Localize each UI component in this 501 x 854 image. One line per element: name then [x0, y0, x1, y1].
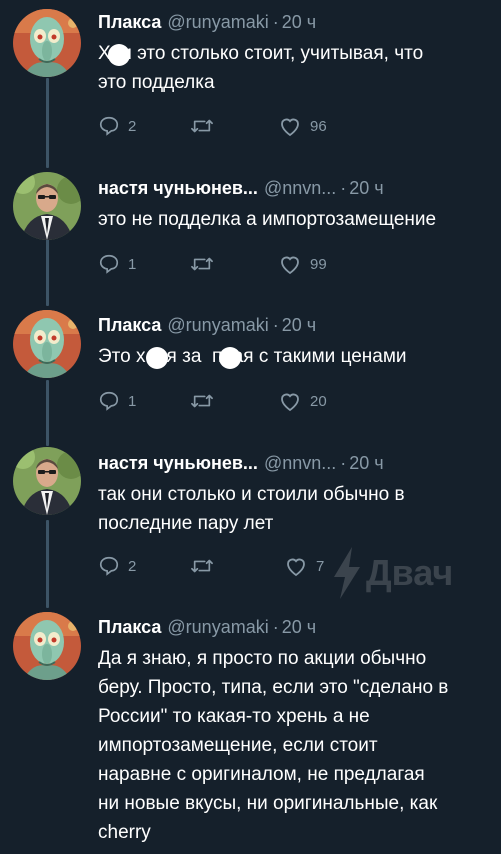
tweet[interactable]: Плакса @runyamaki · 20 ч Да я знаю, я прост… [0, 600, 501, 854]
display-name[interactable]: Плакса [98, 12, 161, 32]
tweet-actions: 2 7 [98, 555, 398, 581]
timestamp[interactable]: 20 ч [349, 453, 383, 473]
tweet-text: Х и это столько стоит, учитывая, что это… [98, 43, 424, 93]
tweet-content: настя чуньюнев... @nnvn... · 20 ч это не по… [98, 177, 493, 234]
reply-icon [99, 391, 119, 411]
reply-count: 2 [128, 117, 137, 135]
reply-icon [99, 116, 119, 136]
retweet-icon [191, 394, 213, 408]
tweet-header: настя чуньюнев... @nnvn... · 20 ч [98, 177, 493, 199]
retweet-button[interactable] [190, 390, 222, 412]
man-in-suit-avatar [13, 447, 81, 515]
tweet-actions: 2 96 [98, 115, 398, 141]
like-button[interactable]: 99 [278, 253, 327, 275]
reply-button[interactable]: 1 [98, 253, 136, 275]
tweet-header: Плакса @runyamaki · 20 ч [98, 11, 493, 33]
tweet-actions: 1 99 [98, 253, 398, 279]
squidward-avatar [13, 612, 81, 680]
tweet-content: Плакса @runyamaki·20 ч Х и это столько ст… [98, 11, 493, 97]
timestamp[interactable]: 20 ч [349, 178, 383, 198]
heart-icon [281, 393, 299, 412]
retweet-icon [191, 257, 213, 271]
censor-blot [146, 347, 168, 369]
tweet-text: это не подделка а импортозамещение [98, 209, 437, 230]
man-in-suit-avatar [13, 172, 81, 240]
heart-icon [281, 118, 299, 137]
reply-count: 2 [128, 557, 137, 575]
tweet-header: Плакса @runyamaki · 20 ч [98, 314, 493, 336]
heart-icon [281, 256, 299, 275]
like-count: 96 [310, 117, 327, 135]
timestamp[interactable]: 20 ч [282, 12, 316, 32]
censor-blot [219, 347, 241, 369]
tweet-text: Да я знаю, я просто по акции обычно беру… [98, 648, 449, 843]
tweet-header: настя чуньюнев... @nnvn... · 20 ч [98, 452, 493, 474]
tweet[interactable]: Плакса @runyamaki · 20 ч Это х ня за пная с… [0, 300, 501, 440]
avatar[interactable] [13, 310, 81, 378]
username[interactable]: @runyamaki [167, 617, 268, 637]
tweet-text: так они столько и стоили обычно в послед… [98, 484, 405, 534]
reply-count: 1 [128, 392, 137, 410]
display-name[interactable]: Плакса [98, 617, 161, 637]
avatar[interactable] [13, 612, 81, 680]
heart-icon [287, 558, 305, 577]
tweet-actions: 1 20 [98, 390, 398, 416]
tweet-thread: Плакса@runyamaki·20 ч Х и это столько ст… [0, 0, 501, 854]
reply-count: 1 [128, 255, 137, 273]
tweet-content: настя чуньюнев... @nnvn... · 20 ч так они с… [98, 452, 493, 538]
retweet-button[interactable] [190, 115, 222, 137]
username[interactable]: @runyamaki [167, 12, 268, 32]
separator-dot: · [340, 178, 347, 198]
retweet-icon [191, 559, 213, 573]
squidward-avatar [13, 9, 81, 77]
display-name[interactable]: настя чуньюнев... [98, 178, 258, 198]
display-name[interactable]: Плакса [98, 315, 161, 335]
reply-button[interactable]: 2 [98, 115, 136, 137]
like-count: 7 [316, 557, 325, 575]
username[interactable]: @runyamaki [167, 315, 268, 335]
retweet-icon [191, 119, 213, 133]
timestamp[interactable]: 20 ч [282, 315, 316, 335]
like-button[interactable]: 7 [284, 555, 324, 577]
username[interactable]: @nnvn... [264, 178, 336, 198]
display-name[interactable]: настя чуньюнев... [98, 453, 258, 473]
like-button[interactable]: 20 [278, 390, 327, 412]
avatar[interactable] [13, 447, 81, 515]
like-count: 20 [310, 392, 327, 410]
timestamp[interactable]: 20 ч [282, 617, 316, 637]
tweet[interactable]: Плакса @runyamaki·20 ч Х и это столько ст… [0, 0, 501, 160]
reply-icon [99, 254, 119, 274]
reply-button[interactable]: 2 [98, 555, 136, 577]
squidward-avatar [13, 310, 81, 378]
retweet-button[interactable] [190, 555, 222, 577]
reply-icon [99, 556, 119, 576]
retweet-button[interactable] [190, 253, 222, 275]
separator-dot: · [272, 617, 279, 637]
reply-button[interactable]: 1 [98, 390, 136, 412]
separator-dot: · [272, 12, 279, 32]
like-count: 99 [310, 255, 327, 273]
separator-dot: · [272, 315, 279, 335]
avatar[interactable] [13, 172, 81, 240]
tweet[interactable]: настя чуньюнев... @nnvn... · 20 ч это не по… [0, 160, 501, 300]
tweet[interactable]: настя чуньюнев... @nnvn... · 20 ч так они с… [0, 440, 501, 600]
username[interactable]: @nnvn... [264, 453, 336, 473]
censor-blot [108, 44, 130, 66]
separator-dot: · [340, 453, 347, 473]
tweet-content: Плакса @runyamaki · 20 ч Да я знаю, я прост… [98, 616, 493, 847]
like-button[interactable]: 96 [278, 115, 327, 137]
tweet-header: Плакса @runyamaki · 20 ч [98, 616, 493, 638]
avatar[interactable] [13, 9, 81, 77]
